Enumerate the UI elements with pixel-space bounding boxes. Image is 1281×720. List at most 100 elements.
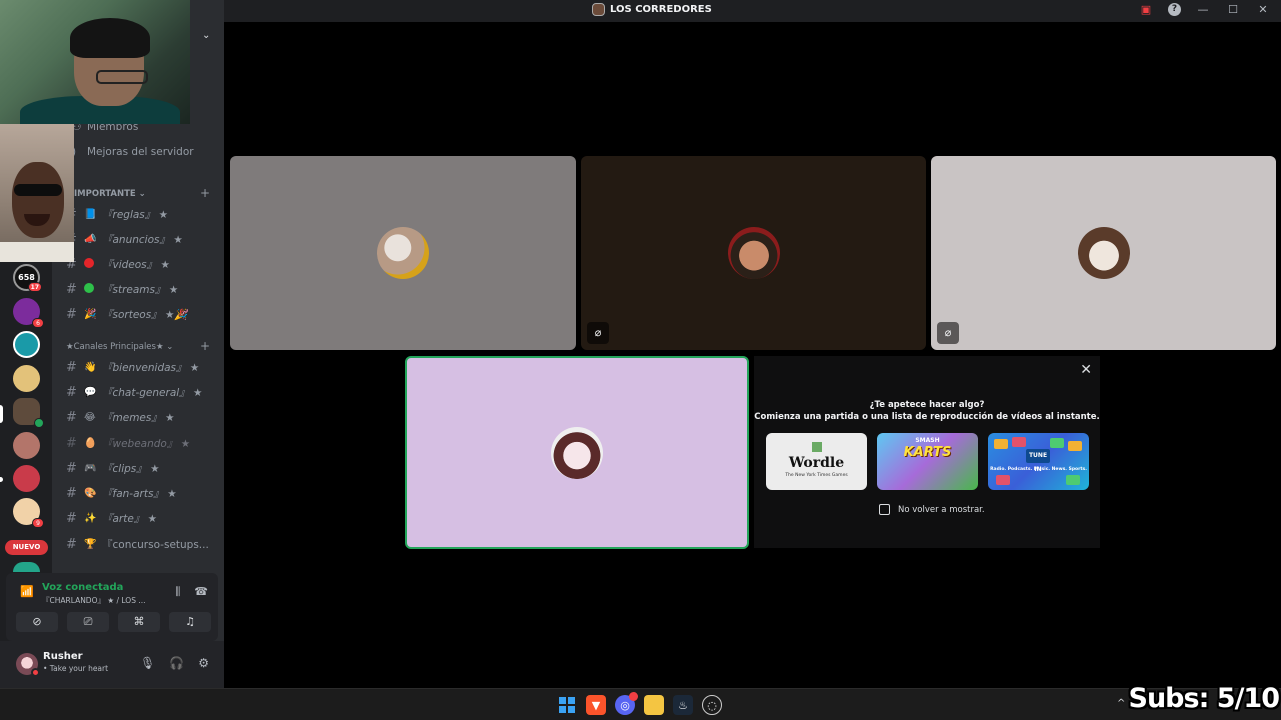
green-circle-icon bbox=[84, 283, 102, 296]
channel-streams[interactable]: # 『streams』 ★ bbox=[66, 282, 178, 297]
channel-sorteos[interactable]: # 🎉 『sorteos』 ★🎉 bbox=[66, 307, 188, 322]
voice-channel-link[interactable]: 『CHARLANDO』 ★ / LOS ... bbox=[42, 595, 146, 606]
server-icon-food[interactable] bbox=[13, 365, 40, 392]
channel-webeando[interactable]: # 🥚 『webeando』 ★ bbox=[66, 436, 190, 451]
hash-icon: # bbox=[66, 307, 77, 322]
maximize-icon[interactable]: ☐ bbox=[1225, 3, 1241, 16]
server-badge: 9 bbox=[32, 518, 44, 528]
hash-icon: # bbox=[66, 410, 77, 425]
user-panel: Rusher • Take your heart 🎙 🎧 ⚙ bbox=[0, 641, 224, 688]
gamepad-icon: 🎮 bbox=[84, 463, 97, 474]
gear-icon[interactable]: ⚙ bbox=[198, 656, 209, 670]
channel-memes[interactable]: # 😂 『memes』 ★ bbox=[66, 410, 175, 425]
notification-badge bbox=[629, 692, 638, 701]
activity-card-tune-in[interactable]: TUNE IN Radio. Podcasts. Music. News. Sp… bbox=[988, 433, 1089, 490]
card-title: TUNE IN bbox=[1026, 449, 1050, 473]
screen-share-button[interactable]: ⎚ bbox=[67, 612, 109, 632]
new-badge: NUEVO bbox=[5, 540, 48, 555]
headphones-icon[interactable]: 🎧 bbox=[169, 656, 184, 670]
add-channel-button[interactable]: + bbox=[200, 339, 210, 353]
close-icon[interactable]: ✕ bbox=[1080, 362, 1092, 378]
help-icon[interactable]: ? bbox=[1168, 3, 1181, 16]
noise-suppression-icon[interactable]: ⫼ bbox=[175, 585, 180, 599]
participant-tile-speaking[interactable] bbox=[405, 356, 749, 549]
username[interactable]: Rusher bbox=[43, 651, 83, 662]
microphone-icon[interactable]: 🎙 bbox=[140, 656, 155, 670]
camera-off-icon: ⊘ bbox=[32, 615, 42, 628]
server-unread-pill bbox=[0, 405, 3, 423]
channel-label: 『bienvenidas』 ★ bbox=[102, 362, 200, 374]
wave-icon: 👋 bbox=[84, 362, 97, 373]
participant-tile[interactable]: ⌀ bbox=[581, 156, 926, 350]
activity-heading: ¿Te apetece hacer algo? bbox=[869, 400, 985, 410]
category-main-channels[interactable]: ★Canales Principales★ ⌄ bbox=[66, 342, 173, 352]
file-explorer-icon[interactable] bbox=[644, 695, 664, 715]
channel-chat-general[interactable]: # 💬 『chat-general』 ★ bbox=[66, 385, 202, 400]
channel-label: 『anuncios』 ★ bbox=[102, 234, 183, 246]
windows-start-icon[interactable] bbox=[557, 695, 577, 715]
channel-videos[interactable]: # 『videos』 ★ bbox=[66, 257, 170, 272]
avatar bbox=[1077, 227, 1130, 279]
avatar bbox=[727, 227, 780, 279]
channel-arte[interactable]: # ✨ 『arte』 ★ bbox=[66, 511, 157, 526]
user-activity: • Take your heart bbox=[43, 664, 109, 673]
inbox-icon[interactable]: ▣ bbox=[1138, 3, 1154, 16]
minimize-icon[interactable]: — bbox=[1195, 3, 1211, 16]
wordle-grid-icon bbox=[812, 442, 822, 452]
channel-clips[interactable]: # 🎮 『clips』 ★ bbox=[66, 461, 160, 476]
participant-tile[interactable]: ⌀ bbox=[931, 156, 1276, 350]
hash-icon: # bbox=[66, 282, 77, 297]
discord-icon[interactable]: ◎ bbox=[615, 692, 638, 715]
hash-icon: # bbox=[66, 537, 77, 552]
avatar bbox=[551, 426, 603, 479]
channel-bienvenidas[interactable]: # 👋 『bienvenidas』 ★ bbox=[66, 360, 199, 375]
channel-label: 『reglas』 ★ bbox=[102, 209, 169, 221]
channel-concurso-setups[interactable]: # 🏆 『concurso-setups... bbox=[66, 537, 209, 552]
activity-card-smash-karts[interactable]: SMASH KARTS bbox=[877, 433, 978, 490]
voice-connection-panel: 📶 Voz conectada 『CHARLANDO』 ★ / LOS ... … bbox=[6, 573, 218, 641]
webcam-overlay-secondary bbox=[0, 124, 74, 262]
channel-label: 『videos』 ★ bbox=[102, 259, 170, 271]
chat-icon: 💬 bbox=[84, 387, 97, 398]
category-important[interactable]: IMPORTANTE ⌄ bbox=[74, 189, 146, 199]
channel-anuncios[interactable]: #📣『anuncios』 ★ bbox=[66, 232, 183, 247]
red-circle-icon bbox=[84, 258, 102, 271]
participant-tile[interactable] bbox=[230, 156, 576, 350]
brave-browser-icon[interactable]: ▼ bbox=[586, 695, 606, 715]
soundboard-button[interactable]: ♫ bbox=[169, 612, 211, 632]
palette-icon: 🎨 bbox=[84, 488, 97, 499]
disconnect-icon[interactable]: ☎ bbox=[194, 585, 208, 599]
server-icon-purple[interactable]: 6 bbox=[13, 298, 44, 328]
add-channel-button[interactable]: + bbox=[200, 186, 210, 200]
channel-reglas[interactable]: #📘『reglas』 ★ bbox=[66, 207, 168, 222]
channel-label: 『fan-arts』 ★ bbox=[102, 488, 177, 500]
activity-button[interactable]: ⌘ bbox=[118, 612, 160, 632]
sidebar-item-server-boosts[interactable]: ) Mejoras del servidor bbox=[72, 146, 194, 158]
camera-off-button[interactable]: ⊘ bbox=[16, 612, 58, 632]
app-icon[interactable]: ◌ bbox=[702, 695, 722, 715]
dont-show-again-checkbox[interactable]: No volver a mostrar. bbox=[879, 504, 985, 515]
server-icon-anime[interactable]: 9 bbox=[13, 498, 44, 528]
server-icon-face[interactable] bbox=[13, 331, 40, 358]
server-icon-658[interactable]: 658 17 bbox=[13, 264, 42, 292]
soundboard-icon: ♫ bbox=[185, 615, 195, 628]
server-icon-green[interactable] bbox=[13, 562, 40, 572]
hash-icon: # bbox=[66, 511, 77, 526]
activity-card-wordle[interactable]: Wordle The New York Times Games bbox=[766, 433, 867, 490]
steam-icon[interactable]: ♨ bbox=[673, 695, 693, 715]
channel-label: 『sorteos』 ★🎉 bbox=[102, 309, 188, 321]
mic-muted-icon: ⌀ bbox=[587, 322, 609, 344]
checkbox-icon[interactable] bbox=[879, 504, 890, 515]
card-subtitle: The New York Times Games bbox=[785, 473, 848, 478]
server-icon-los-corredores[interactable] bbox=[13, 398, 44, 428]
server-unread-pill bbox=[0, 477, 3, 482]
card-title: Wordle bbox=[788, 455, 845, 471]
close-icon[interactable]: ✕ bbox=[1255, 3, 1271, 16]
server-icon-avatar[interactable] bbox=[13, 432, 40, 459]
chevron-up-icon[interactable]: ^ bbox=[1117, 698, 1125, 709]
chevron-down-icon[interactable]: ⌄ bbox=[202, 30, 210, 41]
server-icon-character[interactable] bbox=[13, 465, 40, 492]
channel-fan-arts[interactable]: # 🎨 『fan-arts』 ★ bbox=[66, 486, 177, 501]
server-badge: 17 bbox=[27, 282, 42, 292]
card-subtitle: SMASH bbox=[915, 437, 940, 444]
